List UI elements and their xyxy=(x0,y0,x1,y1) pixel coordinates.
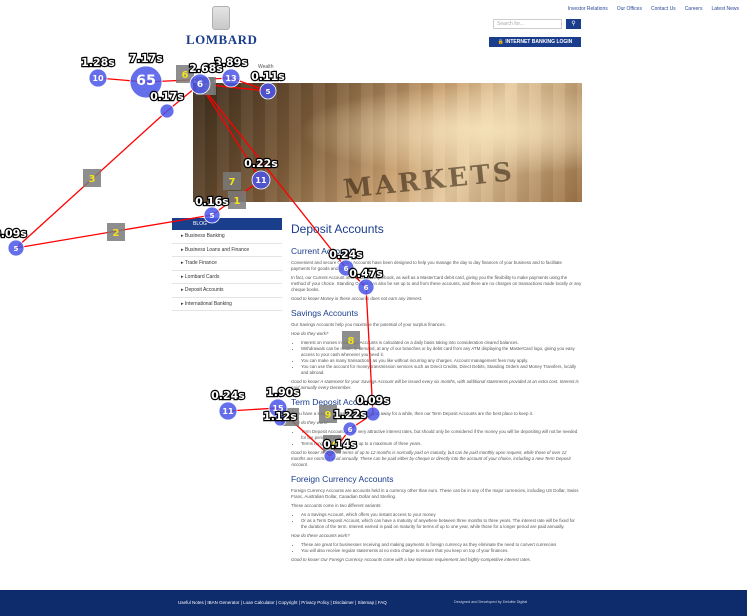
fixation-duration: 2.68s xyxy=(189,62,223,75)
fc-good-to-know: Good to know! Our Foreign Currency Accou… xyxy=(291,557,531,562)
savings-paragraph-1: Our Savings Accounts help you maximise t… xyxy=(291,322,446,327)
wealth-label[interactable]: Wealth xyxy=(258,64,273,70)
step-box: 2 xyxy=(107,223,125,241)
fc-list-2: These are great for businesses receiving… xyxy=(291,542,582,554)
fixation-number: 11 xyxy=(222,406,234,416)
list-item: You will also receive regular statements… xyxy=(301,548,582,554)
footer-credit[interactable]: Designed and Developed by Deloitte Digit… xyxy=(454,600,527,604)
fc-paragraph-1: Foreign Currency Accounts are accounts h… xyxy=(291,488,579,499)
current-paragraph-1: Convenient and secure Current Accounts h… xyxy=(291,260,562,271)
footer: Useful Notes | IBAN Generator | Loan Cal… xyxy=(0,590,747,616)
savings-good-to-know: Good to know! A statement for your Savin… xyxy=(291,379,579,390)
hero-ticker-text: MARKETS xyxy=(341,157,517,202)
section-title-savings: Savings Accounts xyxy=(291,308,359,318)
footer-links[interactable]: Useful Notes | IBAN Generator | Loan Cal… xyxy=(178,600,387,605)
step-number: 2 xyxy=(113,228,120,239)
fixation: 10 1.28s xyxy=(80,55,116,88)
savings-question: How do they work? xyxy=(291,331,329,336)
sidebar-item-trade-finance[interactable]: ▸ Trade Finance xyxy=(172,257,282,271)
sidebar-item-business-loans[interactable]: ▸ Business Loans and Finance xyxy=(172,244,282,257)
search-icon[interactable]: ⚲ xyxy=(566,19,581,29)
list-item: Or as a Term Deposit Account, which can … xyxy=(301,518,582,530)
list-item: Terms range from one month up to a maxim… xyxy=(301,441,582,447)
term-good-to-know: Good to know! Interest on terms of up to… xyxy=(291,450,571,467)
brand-logo[interactable]: LOMBARD xyxy=(186,6,258,48)
scanpath-segment xyxy=(227,407,279,412)
step-box: 3 xyxy=(83,169,101,187)
fixation-number: 15 xyxy=(272,403,284,413)
fixation: 11 0.24s xyxy=(210,388,246,421)
current-good-to-know: Good to know! Money in these accounts do… xyxy=(291,296,423,301)
section-title-term: Term Deposit Accounts xyxy=(291,397,378,407)
fixation-duration: 7.17s xyxy=(129,52,163,65)
top-nav: Investor Relations Our Offices Contact U… xyxy=(568,6,739,12)
fixation-circle xyxy=(273,413,287,427)
fixation-duration: 3.89s xyxy=(214,56,248,69)
sidebar: BLOG ▸ Business Banking ▸ Business Loans… xyxy=(172,218,282,311)
step-number: 6 xyxy=(182,70,189,81)
fixation-circle xyxy=(88,68,108,88)
nav-our-offices[interactable]: Our Offices xyxy=(617,6,642,12)
fixation-number: 5 xyxy=(13,244,18,253)
fixation-circle xyxy=(268,398,288,418)
term-question: How do they work? xyxy=(291,420,329,425)
fixation-circle xyxy=(159,103,175,119)
search-input[interactable]: Search for... xyxy=(493,19,562,29)
sidebar-item-international-banking[interactable]: ▸ International Banking xyxy=(172,298,282,311)
fixation-circle xyxy=(7,239,25,257)
main-content: Deposit Accounts Current Accounts Conven… xyxy=(291,222,582,566)
fixation-duration: 1.28s xyxy=(81,56,115,69)
fixation-number: 10 xyxy=(92,73,104,83)
fixation-duration: 0.09s xyxy=(0,227,27,240)
sidebar-item-business-banking[interactable]: ▸ Business Banking xyxy=(172,230,282,244)
fixation-duration: 0.11s xyxy=(251,70,285,83)
term-paragraph-1: If you have a surplus of cash that you c… xyxy=(291,411,534,416)
fixation: 65 7.17s xyxy=(128,51,164,99)
nav-investor-relations[interactable]: Investor Relations xyxy=(568,6,608,12)
fc-paragraph-2: These accounts come in two different var… xyxy=(291,503,382,508)
fc-list: As a Savings Account, which offers you i… xyxy=(291,512,582,530)
fixation-duration: 0.17s xyxy=(150,90,184,103)
nav-latest-news[interactable]: Latest News xyxy=(711,6,739,12)
brand-name: LOMBARD xyxy=(186,32,258,47)
current-paragraph-2: In fact, our Current Account offers you … xyxy=(291,275,582,292)
sidebar-head: BLOG xyxy=(172,218,282,230)
fc-question: How do these accounts work? xyxy=(291,533,350,538)
section-title-foreign-currency: Foreign Currency Accounts xyxy=(291,474,394,484)
nav-contact-us[interactable]: Contact Us xyxy=(651,6,676,12)
section-title-current: Current Accounts xyxy=(291,246,357,256)
scanpath-segment xyxy=(97,77,147,83)
list-item: Withdrawals can be made, in demand, at a… xyxy=(301,346,582,358)
page-title: Deposit Accounts xyxy=(291,222,384,236)
fixation-number: 13 xyxy=(225,73,236,83)
crest-icon xyxy=(212,6,230,30)
scanpath-segment xyxy=(15,110,168,249)
term-list: Term Deposit Accounts have very attracti… xyxy=(291,429,582,447)
sidebar-item-deposit-accounts[interactable]: ▸ Deposit Accounts xyxy=(172,284,282,298)
step-box: 6 xyxy=(176,65,194,83)
scanpath-segment xyxy=(145,77,232,83)
hero-image: MARKETS xyxy=(193,83,582,202)
list-item: You can use the account for money transm… xyxy=(301,364,582,376)
fixation-circle xyxy=(218,401,238,421)
fixation-number: 65 xyxy=(136,73,156,89)
fixation: 0.17s xyxy=(149,89,185,119)
internet-banking-login-button[interactable]: 🔒 INTERNET BANKING LOGIN xyxy=(489,37,581,47)
fixation-circle xyxy=(129,65,163,99)
list-item: Term Deposit Accounts have very attracti… xyxy=(301,429,582,441)
fixation-duration: 0.24s xyxy=(211,389,245,402)
savings-list: Interest on monies in Savings Accounts i… xyxy=(291,340,582,376)
fixation: 5 0.09s xyxy=(0,226,28,257)
nav-careers[interactable]: Careers xyxy=(685,6,703,12)
sidebar-item-lombard-cards[interactable]: ▸ Lombard Cards xyxy=(172,271,282,284)
step-number: 3 xyxy=(89,174,96,185)
